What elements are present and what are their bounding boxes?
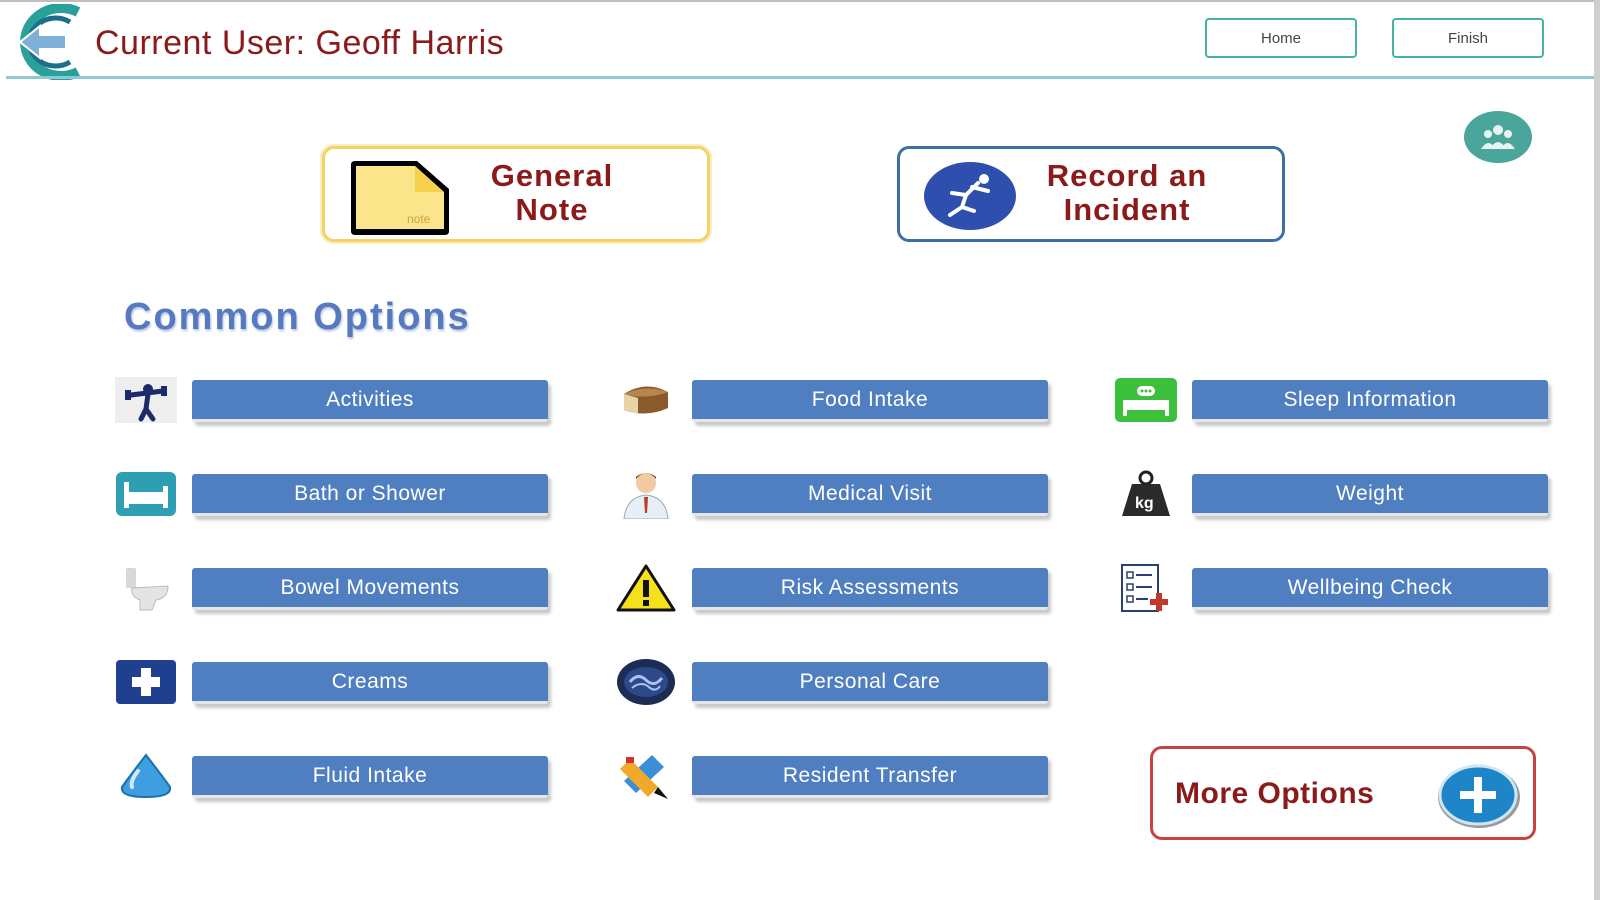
activities-button[interactable]: Activities [192, 380, 548, 422]
exercise-icon [114, 376, 178, 424]
current-user-title: Current User: Geoff Harris [95, 24, 505, 62]
bathtub-icon [114, 470, 178, 518]
warning-icon [614, 564, 678, 612]
weight-kg-icon: kg [1114, 470, 1178, 518]
more-options-label: More Options [1175, 777, 1375, 810]
option-activities: Activities [114, 372, 594, 428]
app-logo-icon[interactable] [0, 4, 86, 80]
wellbeing-check-button[interactable]: Wellbeing Check [1192, 568, 1548, 610]
bowel-movements-button[interactable]: Bowel Movements [192, 568, 548, 610]
option-resident-transfer: Resident Transfer [614, 748, 1094, 804]
option-sleep-information: Sleep Information [1114, 372, 1594, 428]
option-bath-or-shower: Bath or Shower [114, 466, 594, 522]
option-food-intake: Food Intake [614, 372, 1094, 428]
weight-kg-text: kg [1135, 495, 1154, 512]
food-intake-button[interactable]: Food Intake [692, 380, 1048, 422]
common-options-heading: Common Options [124, 296, 471, 338]
option-bowel-movements: Bowel Movements [114, 560, 594, 616]
sleep-information-button[interactable]: Sleep Information [1192, 380, 1548, 422]
app-header: Current User: Geoff Harris Home Finish [0, 0, 1600, 80]
resident-transfer-button[interactable]: Resident Transfer [692, 756, 1048, 798]
transfer-icon [614, 752, 678, 800]
home-button[interactable]: Home [1205, 18, 1357, 58]
weight-button[interactable]: Weight [1192, 474, 1548, 516]
option-personal-care: Personal Care [614, 654, 1094, 710]
fluid-intake-button[interactable]: Fluid Intake [192, 756, 548, 798]
window-edge [1594, 0, 1600, 900]
personal-care-button[interactable]: Personal Care [692, 662, 1048, 704]
general-note-label: General Note [490, 158, 614, 227]
finish-button[interactable]: Finish [1392, 18, 1544, 58]
note-sticker-text: note [407, 212, 431, 226]
option-fluid-intake: Fluid Intake [114, 748, 594, 804]
option-weight: kg Weight [1114, 466, 1594, 522]
bath-or-shower-button[interactable]: Bath or Shower [192, 474, 548, 516]
record-incident-button[interactable]: Record an Incident [897, 146, 1285, 242]
checklist-icon [1114, 564, 1178, 612]
toilet-icon [114, 564, 178, 612]
creams-button[interactable]: Creams [192, 662, 548, 704]
record-incident-label: Record an Incident [1046, 158, 1208, 227]
plus-circle-icon [1438, 764, 1520, 828]
option-medical-visit: Medical Visit [614, 466, 1094, 522]
bed-icon [1114, 376, 1178, 424]
general-note-button[interactable]: note General Note [322, 146, 710, 242]
risk-assessments-button[interactable]: Risk Assessments [692, 568, 1048, 610]
group-button[interactable] [1464, 111, 1532, 163]
medical-cross-icon [114, 658, 178, 706]
option-creams: Creams [114, 654, 594, 710]
option-risk-assessments: Risk Assessments [614, 560, 1094, 616]
header-divider [6, 76, 1596, 79]
option-wellbeing-check: Wellbeing Check [1114, 560, 1594, 616]
personal-care-icon [614, 658, 678, 706]
bread-icon [614, 376, 678, 424]
water-drop-icon [114, 752, 178, 800]
group-icon [1481, 125, 1515, 149]
medical-visit-button[interactable]: Medical Visit [692, 474, 1048, 516]
falling-person-icon [924, 162, 1016, 230]
doctor-icon [614, 470, 678, 519]
more-options-button[interactable]: More Options [1150, 746, 1536, 840]
